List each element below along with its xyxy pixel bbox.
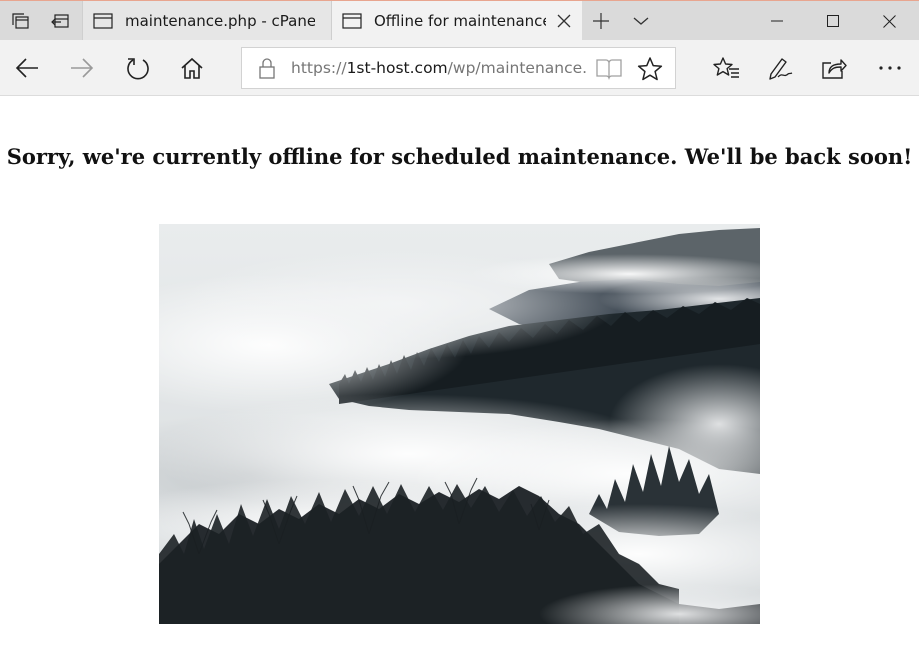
- url-host: 1st-host.com: [346, 59, 448, 77]
- minimize-icon[interactable]: [754, 1, 800, 41]
- refresh-icon[interactable]: [118, 48, 158, 88]
- chevron-down-icon[interactable]: [626, 1, 656, 41]
- page-icon: [93, 13, 113, 29]
- more-options-icon[interactable]: [870, 48, 910, 88]
- favorites-hub-icon[interactable]: [706, 48, 746, 88]
- reading-view-icon[interactable]: [596, 57, 622, 80]
- page-icon: [342, 13, 362, 29]
- new-tab-icon[interactable]: [586, 1, 616, 41]
- url-path: /wp/maintenance.ph: [447, 59, 587, 77]
- share-icon[interactable]: [814, 48, 854, 88]
- forward-arrow-icon[interactable]: [62, 48, 102, 88]
- tab-title: maintenance.php - cPanel F: [125, 12, 315, 30]
- web-note-pen-icon[interactable]: [760, 48, 800, 88]
- lock-icon: [258, 57, 276, 79]
- tab-offline-for-maintenance[interactable]: Offline for maintenance: [332, 1, 582, 41]
- navigation-toolbar: https://1st-host.com/wp/maintenance.ph: [0, 40, 919, 96]
- tab-collection-icon[interactable]: [0, 1, 40, 41]
- tab-title: Offline for maintenance: [374, 12, 546, 30]
- maximize-icon[interactable]: [810, 1, 856, 41]
- home-icon[interactable]: [172, 48, 212, 88]
- tab-cpanel[interactable]: maintenance.php - cPanel F: [82, 1, 332, 41]
- url-scheme: https://: [291, 59, 347, 77]
- favorite-star-icon[interactable]: [637, 56, 663, 82]
- close-tab-icon[interactable]: [556, 13, 572, 29]
- tab-bar: maintenance.php - cPanel F Offline for m…: [0, 0, 919, 41]
- misty-forest-photo: [159, 224, 760, 624]
- set-tabs-aside-icon[interactable]: [40, 1, 80, 41]
- close-window-icon[interactable]: [866, 1, 912, 41]
- page-content: Sorry, we're currently offline for sched…: [0, 97, 919, 653]
- url-text: https://1st-host.com/wp/maintenance.ph: [291, 59, 587, 77]
- maintenance-message: Sorry, we're currently offline for sched…: [6, 144, 913, 169]
- back-arrow-icon[interactable]: [7, 48, 47, 88]
- address-bar[interactable]: https://1st-host.com/wp/maintenance.ph: [241, 47, 676, 89]
